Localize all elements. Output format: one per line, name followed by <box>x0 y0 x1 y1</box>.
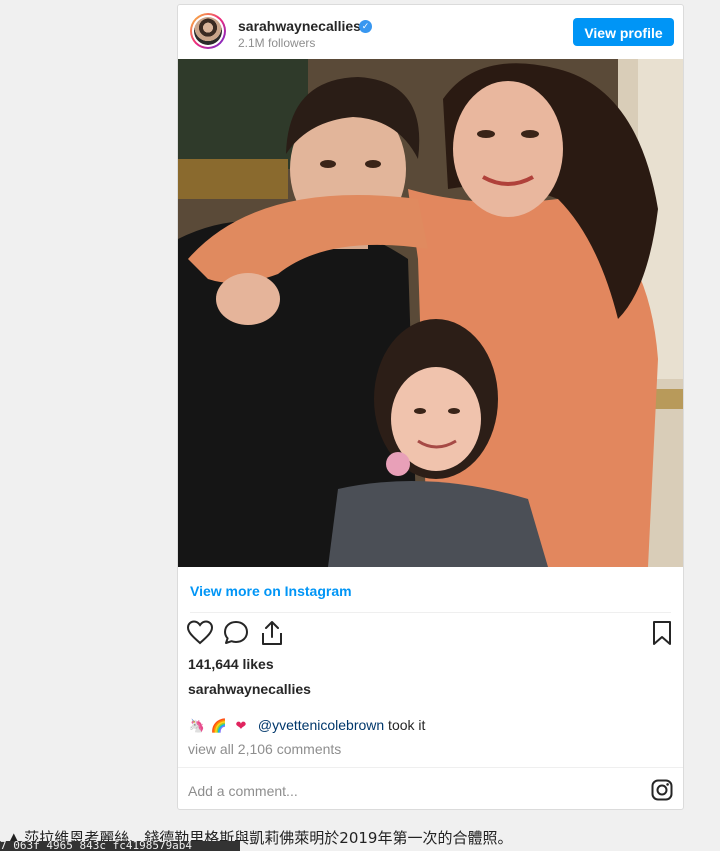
username-link[interactable]: sarahwaynecallies <box>238 18 361 34</box>
likes-count[interactable]: 141,644 likes <box>188 656 274 672</box>
comment-text: 🦄 🌈 ❤ @yvettenicolebrown took it <box>188 717 426 734</box>
heart-icon[interactable] <box>186 619 214 647</box>
avatar[interactable] <box>190 13 226 49</box>
add-comment-input[interactable]: Add a comment... <box>188 783 298 799</box>
followers-count: 2.1M followers <box>238 36 316 50</box>
bookmark-icon[interactable] <box>648 619 676 647</box>
divider <box>178 767 683 768</box>
url-tooltip: 7_063f_4965_843c_fc4198579ab4 <box>0 841 240 851</box>
photo-illustration <box>178 59 683 567</box>
unicorn-emoji-icon: 🦄 <box>188 718 206 733</box>
post-photo[interactable] <box>178 59 683 567</box>
comment-icon[interactable] <box>222 619 250 647</box>
rainbow-emoji-icon: 🌈 <box>210 718 228 733</box>
action-bar <box>186 619 676 649</box>
instagram-logo-icon[interactable] <box>651 779 673 801</box>
mention-link[interactable]: @yvettenicolebrown <box>258 717 384 733</box>
view-more-on-instagram-link[interactable]: View more on Instagram <box>190 583 352 599</box>
view-all-comments-link[interactable]: view all 2,106 comments <box>188 741 341 757</box>
caption-username-link[interactable]: sarahwaynecallies <box>188 681 311 697</box>
post-header: sarahwaynecallies ✓ 2.1M followers View … <box>178 5 683 59</box>
divider <box>190 612 671 613</box>
avatar-image <box>194 17 222 45</box>
instagram-embed-card: sarahwaynecallies ✓ 2.1M followers View … <box>177 4 684 810</box>
comment-suffix: took it <box>384 717 426 733</box>
heart-emoji-icon: ❤ <box>235 718 247 733</box>
verified-badge-icon: ✓ <box>359 20 372 33</box>
share-icon[interactable] <box>258 619 286 647</box>
view-profile-button[interactable]: View profile <box>573 18 674 46</box>
